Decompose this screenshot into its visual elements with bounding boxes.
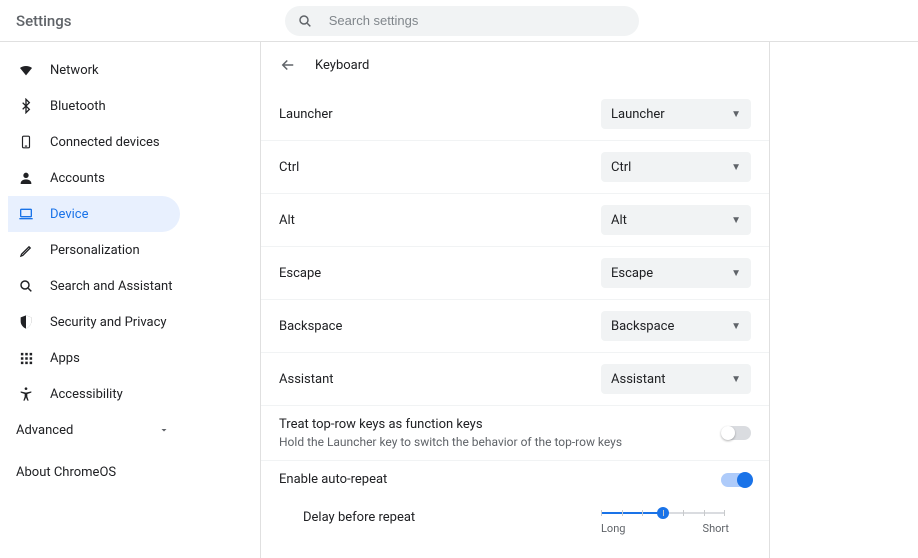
page-title: Keyboard bbox=[315, 58, 369, 73]
sidebar-item-label: Device bbox=[50, 207, 89, 222]
autorepeat-toggle[interactable] bbox=[721, 473, 751, 487]
chevron-down-icon bbox=[158, 424, 170, 436]
phone-icon bbox=[16, 134, 36, 150]
edit-icon bbox=[16, 243, 36, 258]
sidebar-advanced[interactable]: Advanced bbox=[8, 412, 170, 448]
about-label: About ChromeOS bbox=[16, 465, 116, 480]
toprow-toggle[interactable] bbox=[721, 426, 751, 440]
key-name: Alt bbox=[279, 213, 601, 228]
select-value: Launcher bbox=[611, 107, 665, 122]
key-row-backspace: Backspace Backspace ▼ bbox=[261, 300, 769, 353]
sidebar: Network Bluetooth Connected devices Acco… bbox=[0, 42, 260, 558]
key-row-escape: Escape Escape ▼ bbox=[261, 247, 769, 300]
key-select-escape[interactable]: Escape ▼ bbox=[601, 258, 751, 288]
bluetooth-icon bbox=[16, 98, 36, 114]
toprow-sublabel: Hold the Launcher key to switch the beha… bbox=[279, 435, 721, 449]
shield-icon bbox=[16, 314, 36, 330]
sidebar-item-label: Accessibility bbox=[50, 387, 123, 402]
main-panel: Keyboard Launcher Launcher ▼ Ctrl Ctrl ▼… bbox=[260, 42, 770, 558]
laptop-icon bbox=[16, 206, 36, 222]
page-header: Keyboard bbox=[261, 42, 769, 88]
delay-left-label: Long bbox=[601, 522, 625, 535]
select-value: Alt bbox=[611, 213, 627, 228]
sidebar-item-bluetooth[interactable]: Bluetooth bbox=[8, 88, 180, 124]
sidebar-item-apps[interactable]: Apps bbox=[8, 340, 180, 376]
sidebar-item-device[interactable]: Device bbox=[8, 196, 180, 232]
key-select-assistant[interactable]: Assistant ▼ bbox=[601, 364, 751, 394]
key-select-backspace[interactable]: Backspace ▼ bbox=[601, 311, 751, 341]
key-row-alt: Alt Alt ▼ bbox=[261, 194, 769, 247]
key-row-assistant: Assistant Assistant ▼ bbox=[261, 353, 769, 406]
sidebar-item-search-assistant[interactable]: Search and Assistant bbox=[8, 268, 180, 304]
chevron-down-icon: ▼ bbox=[731, 374, 741, 385]
chevron-down-icon: ▼ bbox=[731, 215, 741, 226]
delay-slider[interactable] bbox=[601, 512, 725, 514]
sidebar-about[interactable]: About ChromeOS bbox=[8, 454, 260, 490]
toprow-label: Treat top-row keys as function keys bbox=[279, 417, 721, 432]
apps-grid-icon bbox=[16, 351, 36, 366]
sidebar-item-security-privacy[interactable]: Security and Privacy bbox=[8, 304, 180, 340]
key-select-ctrl[interactable]: Ctrl ▼ bbox=[601, 152, 751, 182]
sidebar-item-label: Accounts bbox=[50, 171, 105, 186]
autorepeat-row: Enable auto-repeat bbox=[261, 461, 769, 498]
repeat-rate-row: Repeat rate Slow Fast bbox=[261, 549, 769, 558]
key-name: Assistant bbox=[279, 372, 601, 387]
key-name: Launcher bbox=[279, 107, 601, 122]
advanced-label: Advanced bbox=[16, 423, 73, 438]
sidebar-item-label: Connected devices bbox=[50, 135, 160, 150]
key-name: Backspace bbox=[279, 319, 601, 334]
app-title: Settings bbox=[16, 12, 72, 30]
sidebar-item-label: Network bbox=[50, 63, 99, 78]
select-value: Escape bbox=[611, 266, 653, 281]
delay-label: Delay before repeat bbox=[303, 508, 601, 525]
sidebar-item-connected-devices[interactable]: Connected devices bbox=[8, 124, 180, 160]
wifi-icon bbox=[16, 62, 36, 78]
key-row-ctrl: Ctrl Ctrl ▼ bbox=[261, 141, 769, 194]
person-icon bbox=[16, 170, 36, 186]
sidebar-item-label: Personalization bbox=[50, 243, 140, 258]
sidebar-item-label: Apps bbox=[50, 351, 80, 366]
key-row-launcher: Launcher Launcher ▼ bbox=[261, 88, 769, 141]
back-arrow-icon[interactable] bbox=[279, 56, 297, 74]
key-name: Escape bbox=[279, 266, 601, 281]
delay-before-repeat-row: Delay before repeat Long Short bbox=[261, 498, 769, 549]
select-value: Assistant bbox=[611, 372, 666, 387]
chevron-down-icon: ▼ bbox=[731, 109, 741, 120]
chevron-down-icon: ▼ bbox=[731, 321, 741, 332]
autorepeat-label: Enable auto-repeat bbox=[279, 472, 721, 487]
sidebar-item-network[interactable]: Network bbox=[8, 52, 180, 88]
chevron-down-icon: ▼ bbox=[731, 268, 741, 279]
sidebar-item-accounts[interactable]: Accounts bbox=[8, 160, 180, 196]
sidebar-item-personalization[interactable]: Personalization bbox=[8, 232, 180, 268]
chevron-down-icon: ▼ bbox=[731, 162, 741, 173]
search-icon bbox=[297, 13, 313, 29]
select-value: Backspace bbox=[611, 319, 674, 334]
sidebar-item-label: Search and Assistant bbox=[50, 279, 173, 294]
search-box[interactable] bbox=[285, 6, 639, 36]
key-select-alt[interactable]: Alt ▼ bbox=[601, 205, 751, 235]
toprow-function-keys-row: Treat top-row keys as function keys Hold… bbox=[261, 406, 769, 461]
sidebar-item-accessibility[interactable]: Accessibility bbox=[8, 376, 180, 412]
delay-right-label: Short bbox=[703, 522, 729, 535]
key-select-launcher[interactable]: Launcher ▼ bbox=[601, 99, 751, 129]
search-icon bbox=[16, 278, 36, 294]
sidebar-item-label: Security and Privacy bbox=[50, 315, 167, 330]
key-name: Ctrl bbox=[279, 160, 601, 175]
top-bar: Settings bbox=[0, 0, 918, 42]
accessibility-icon bbox=[16, 386, 36, 402]
select-value: Ctrl bbox=[611, 160, 631, 175]
search-input[interactable] bbox=[329, 13, 627, 28]
sidebar-item-label: Bluetooth bbox=[50, 99, 106, 114]
